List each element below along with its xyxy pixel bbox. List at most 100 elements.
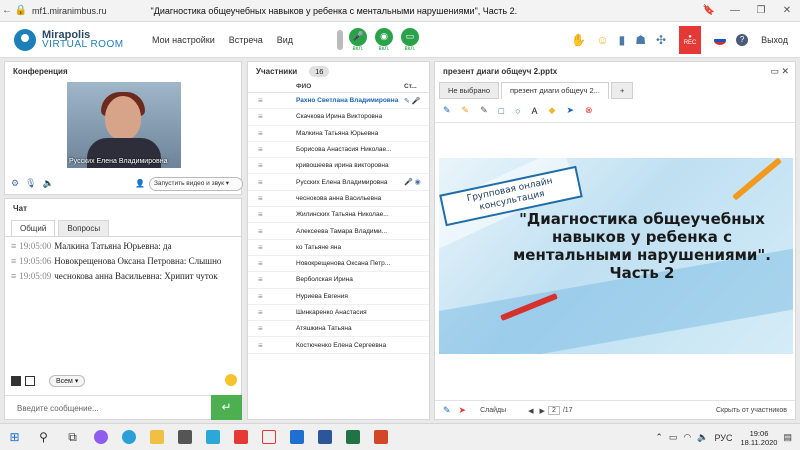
mail-icon[interactable] [290,430,304,444]
network-icon[interactable]: ✣ [656,33,666,47]
participant-row[interactable]: ≡ Жилинских Татьяна Николае... [248,207,429,224]
send-button[interactable]: ↵ [211,395,242,420]
prev-slide-icon[interactable]: ◀ [528,407,533,415]
participant-row[interactable]: ≡ Нуриева Евгения [248,289,429,305]
participant-row[interactable]: ≡ Алексеева Тамара Владими... [248,223,429,240]
menu-settings[interactable]: Мои настройки [152,35,215,45]
tab-general[interactable]: Общий [11,220,56,236]
video-tile[interactable]: Русских Елена Владимировна [67,82,181,168]
recipient-select[interactable]: Всем ▾ [49,375,86,387]
circle-icon[interactable]: ○ [515,106,520,116]
microphone-settings-icon[interactable]: 🎙 [25,178,36,189]
participant-row[interactable]: ≡ Русских Елена Владимировна 🎤 ◉ [248,174,429,191]
participant-row[interactable]: ≡ Малкина Татьяна Юрьевна [248,126,429,142]
speaker-icon[interactable]: 🔈 [43,178,54,189]
video-participant-name: Русских Елена Владимировна [69,158,168,165]
add-tab-button[interactable]: + [610,82,634,99]
menu-view[interactable]: Вид [277,35,293,45]
cursor-icon[interactable]: ➤ [459,405,467,416]
hide-from-participants-button[interactable]: Скрыть от участников [716,407,787,414]
participant-row[interactable]: ≡ Рахно Светлана Владимировна ✎ 🎤 [248,93,429,110]
column-name[interactable]: ФИО [296,83,404,90]
close-icon[interactable]: ✕ [774,5,800,16]
slide-canvas[interactable]: Групповая онлайн консультация "Диагности… [439,158,793,354]
search-icon[interactable]: ⚲ [29,430,58,444]
tray-arrow-icon[interactable]: ⌃ [655,432,663,443]
tab-not-selected[interactable]: Не выбрано [439,82,499,99]
yandex-icon[interactable] [262,430,276,444]
camera-settings-icon[interactable]: ⚙ [11,178,19,189]
wifi-icon[interactable]: ◠ [683,432,691,443]
windows-start-icon[interactable]: ⊞ [0,430,29,444]
minimize-icon[interactable]: — [722,5,748,16]
background-color-icon[interactable] [25,376,35,386]
word-icon[interactable] [318,430,332,444]
clear-icon[interactable]: ⊗ [585,105,593,116]
marker-icon[interactable]: ✎ [480,105,488,116]
task-view-icon[interactable]: ⧉ [58,430,87,445]
emoji-picker-icon[interactable] [225,374,237,386]
text-color-icon[interactable] [11,376,21,386]
microphone-button[interactable]: 🎤 вкл. [349,27,368,52]
alice-icon[interactable] [94,430,108,444]
battery-icon[interactable]: ▭ [669,432,678,443]
participants-icon[interactable]: ☗ [635,33,646,47]
draw-mode-icon[interactable]: ✎ [443,405,451,416]
participant-row[interactable]: ≡ Новокрещенова Оксана Петр... [248,256,429,273]
folder-icon[interactable] [150,430,164,444]
bookmark-icon[interactable]: 🔖 [696,5,722,16]
participant-row[interactable]: ≡ Шинкаренко Анастасия [248,305,429,322]
l-app-icon[interactable] [206,430,220,444]
participant-row[interactable]: ≡ ко Татьяне яна [248,240,429,256]
participant-row[interactable]: ≡ Костюченко Елена Сергеевна [248,337,429,354]
page-input[interactable]: 2 [547,406,560,415]
record-button[interactable]: ● REC [679,26,702,54]
rectangle-icon[interactable]: □ [499,106,504,116]
participant-row[interactable]: ≡ кривошеева ирина викторовна [248,158,429,175]
help-icon[interactable]: ? [736,34,749,46]
next-slide-icon[interactable]: ▶ [540,407,545,415]
language-flag-icon[interactable] [714,35,727,45]
edge-icon[interactable] [122,430,136,444]
volume-slider[interactable] [337,29,344,50]
store-icon[interactable] [178,430,192,444]
raise-hand-icon[interactable]: ✋ [571,33,586,47]
start-video-dropdown[interactable]: Запустить видео и звук ▾ [149,177,243,191]
excel-icon[interactable] [346,430,360,444]
language-indicator[interactable]: РУС [714,433,732,443]
emoji-icon[interactable]: ☺ [596,33,608,47]
drag-handle-icon: ≡ [258,128,263,138]
notifications-icon[interactable]: ▤ [783,432,792,443]
participant-row[interactable]: ≡ чеснокова анна Васильевна [248,191,429,208]
address-bar[interactable]: mf1.miranimbus.ru [32,6,107,16]
pointer-icon[interactable]: ➤ [566,105,574,116]
tab-questions[interactable]: Вопросы [58,220,110,236]
column-status[interactable]: Ст... [404,83,417,90]
window-controls-icon[interactable]: ▭ ✕ [770,66,789,77]
yandex-browser-icon[interactable] [234,430,248,444]
slides-label[interactable]: Слайды [480,407,506,414]
camera-button[interactable]: ◉ вкл. [375,27,394,52]
participant-row[interactable]: ≡ Атяшкина Татьяна [248,321,429,338]
statistics-icon[interactable]: ▮ [619,33,626,47]
app-header: Mirapolis VIRTUAL ROOM Мои настройки Вст… [0,22,800,58]
tab-presentation[interactable]: презент диаги общеуч 2... [501,82,609,99]
pencil-icon[interactable]: ✎ [443,105,451,116]
screen-share-button[interactable]: ▭ вкл. [401,27,420,52]
maximize-icon[interactable]: ❐ [748,5,774,16]
logo-icon [14,28,36,51]
back-icon[interactable]: ← [0,5,14,16]
menu-meeting[interactable]: Встреча [229,35,263,45]
text-icon[interactable]: A [532,106,538,116]
powerpoint-icon[interactable] [374,430,388,444]
participant-row[interactable]: ≡ Скачкова Ирина Викторовна [248,109,429,126]
participant-row[interactable]: ≡ Борисова Анастасия Николае... [248,142,429,159]
highlighter-icon[interactable]: ✎ [462,105,470,116]
volume-icon[interactable]: 🔈 [697,432,708,443]
fill-icon[interactable]: ◆ [549,105,556,116]
participant-row[interactable]: ≡ Верболская Ирина [248,272,429,289]
presenter-tools-icon: ✎ 🎤 [404,97,421,105]
chat-input[interactable]: Введите сообщение... [5,395,211,420]
exit-button[interactable]: Выход [761,35,788,45]
clock[interactable]: 19:06 18.11.2020 [741,429,778,447]
